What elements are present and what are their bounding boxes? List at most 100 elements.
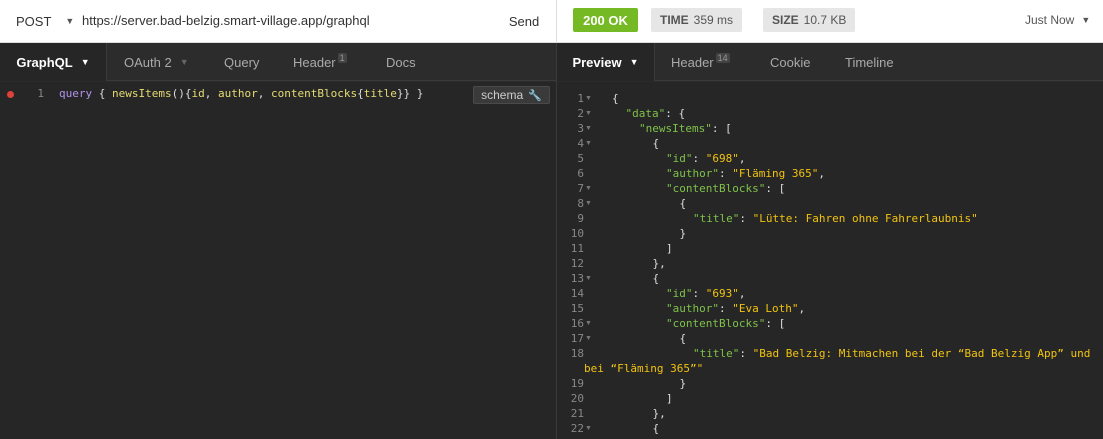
response-line: 6 "author": "Fläming 365",: [557, 166, 1103, 181]
schema-button[interactable]: schema 🔧: [473, 86, 550, 104]
json-key: "newsItems": [639, 122, 712, 135]
line-number: 2: [577, 107, 584, 120]
tab-preview-label: Preview: [572, 54, 622, 70]
json-code: },: [653, 256, 666, 271]
method-label: POST: [16, 13, 52, 29]
json-code: ]: [666, 391, 673, 406]
tab-oauth[interactable]: OAuth 2 ▼: [124, 43, 189, 81]
code-line[interactable]: query { newsItems(){id, author, contentB…: [59, 86, 423, 102]
json-code: {: [653, 136, 660, 151]
json-punctuation: ,: [798, 302, 806, 315]
tab-response-header[interactable]: Header 14: [671, 43, 730, 81]
size-value: 10.7 KB: [803, 13, 847, 27]
response-line: 4 ▼ {: [557, 136, 1103, 151]
json-punctuation: :: [739, 347, 753, 360]
response-line: 20]: [557, 391, 1103, 406]
json-key: "id": [666, 287, 693, 300]
line-number: 1: [37, 87, 44, 100]
history-dropdown[interactable]: Just Now ▼: [1025, 0, 1090, 40]
code-field: id: [191, 87, 205, 100]
tab-docs[interactable]: Docs: [386, 43, 416, 81]
fold-toggle-icon[interactable]: ▼: [585, 181, 592, 196]
response-line: 10}: [557, 226, 1103, 241]
json-punctuation: },: [652, 257, 666, 270]
response-line: 3 ▼ "newsItems": [: [557, 121, 1103, 136]
tab-query-label: Query: [224, 54, 260, 70]
response-line: 8 ▼ {: [557, 196, 1103, 211]
fold-toggle-icon[interactable]: ▼: [585, 136, 592, 151]
response-tabs: Preview ▼ Header 14 Cookie Timeline: [557, 43, 1103, 81]
chevron-down-icon: ▼: [179, 57, 189, 67]
line-number: 4: [577, 137, 584, 150]
time-label: TIME: [660, 13, 689, 27]
response-line: 12},: [557, 256, 1103, 271]
json-punctuation: :: [739, 212, 753, 225]
tab-docs-label: Docs: [386, 54, 416, 70]
json-key: "contentBlocks": [666, 317, 766, 330]
json-code: {: [612, 91, 619, 106]
fold-toggle-icon[interactable]: ▼: [585, 331, 592, 346]
fold-toggle-icon[interactable]: ▼: [585, 316, 592, 331]
tab-preview[interactable]: Preview ▼: [557, 43, 655, 81]
json-code: "author": "Fläming 365",: [666, 166, 825, 181]
line-number: 5: [577, 152, 584, 165]
wrench-icon: 🔧: [528, 89, 542, 102]
line-number: 1: [577, 92, 584, 105]
json-punctuation: },: [652, 407, 666, 420]
tab-timeline[interactable]: Timeline: [845, 43, 894, 81]
response-line: 21},: [557, 406, 1103, 421]
time-badge: TIME 359 ms: [651, 8, 743, 32]
code-field: newsItems: [112, 87, 172, 100]
fold-toggle-icon[interactable]: ▼: [585, 91, 592, 106]
size-label: SIZE: [772, 13, 799, 27]
json-punctuation: {: [612, 92, 619, 105]
tab-header[interactable]: Header 1: [293, 43, 347, 81]
tab-query[interactable]: Query: [224, 43, 259, 81]
tab-cookie[interactable]: Cookie: [770, 43, 810, 81]
line-number: 17: [570, 332, 584, 345]
json-key: "author": [666, 167, 719, 180]
fold-toggle-icon[interactable]: ▼: [585, 106, 592, 121]
fold-toggle-icon[interactable]: ▼: [585, 121, 592, 136]
url-input[interactable]: https://server.bad-belzig.smart-village.…: [82, 0, 492, 42]
fold-toggle-icon[interactable]: ▼: [585, 421, 592, 436]
json-punctuation: ]: [666, 392, 673, 405]
query-editor[interactable]: 1 query { newsItems(){id, author, conten…: [0, 82, 556, 439]
json-code: bei “Fläming 365”": [584, 361, 703, 376]
json-code: "author": "Eva Loth",: [666, 301, 805, 316]
json-punctuation: {: [652, 422, 660, 435]
json-code: "contentBlocks": [: [666, 316, 785, 331]
line-number: 10: [570, 227, 584, 240]
response-preview[interactable]: 1 ▼{2 ▼ "data": {3 ▼ "newsItems": [4 ▼{5 "id": …: [557, 82, 1103, 439]
json-punctuation: : [: [765, 182, 786, 195]
json-key: "title": [693, 347, 740, 360]
json-code: "id": "693",: [666, 286, 746, 301]
json-string: "698": [705, 152, 739, 165]
json-key: "contentBlocks": [666, 182, 766, 195]
line-number: 9: [577, 212, 584, 225]
method-dropdown[interactable]: POST ▼: [0, 0, 76, 42]
send-button[interactable]: Send: [493, 0, 555, 42]
json-punctuation: ,: [738, 287, 746, 300]
chevron-down-icon: ▼: [1081, 15, 1091, 25]
tab-graphql[interactable]: GraphQL ▼: [0, 43, 107, 81]
json-punctuation: }: [679, 227, 687, 240]
tab-graphql-label: GraphQL: [16, 54, 73, 70]
fold-toggle-icon[interactable]: ▼: [585, 196, 592, 211]
json-punctuation: : [: [765, 317, 786, 330]
json-punctuation: : [: [711, 122, 732, 135]
json-string: "Fläming 365": [732, 167, 819, 180]
line-number: 7: [577, 182, 584, 195]
line-number: 18: [570, 347, 584, 360]
code-field: author: [217, 87, 258, 100]
json-code: "data": {: [626, 106, 686, 121]
json-punctuation: ]: [666, 242, 673, 255]
code-text: (){: [171, 87, 192, 100]
code-text: ,: [204, 87, 218, 100]
fold-toggle-icon[interactable]: ▼: [585, 271, 592, 286]
response-line: 9 "title": "Lütte: Fahren ohne Fahrerlaub…: [557, 211, 1103, 226]
response-line: 13 ▼ {: [557, 271, 1103, 286]
code-text: ,: [257, 87, 271, 100]
response-line: bei “Fläming 365”": [557, 361, 1103, 376]
line-number: 15: [570, 302, 584, 315]
